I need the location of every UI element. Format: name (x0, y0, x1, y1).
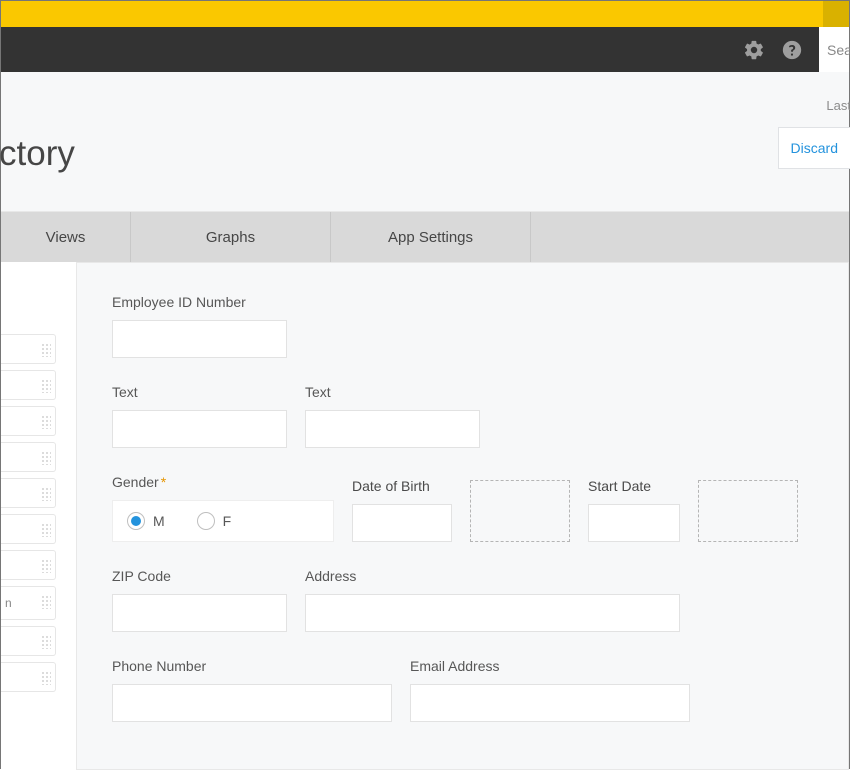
grip-icon (41, 451, 51, 465)
tab-app-settings[interactable]: App Settings (331, 212, 531, 262)
search-input[interactable]: Sea (819, 27, 849, 72)
field-dob[interactable]: Date of Birth (352, 478, 452, 542)
grip-icon (41, 595, 51, 609)
rail-item[interactable]: n (1, 586, 56, 620)
dob-input[interactable] (352, 504, 452, 542)
field-rail: n (1, 262, 61, 770)
rail-item[interactable] (1, 626, 56, 656)
grip-icon (41, 487, 51, 501)
phone-input[interactable] (112, 684, 392, 722)
address-label: Address (305, 568, 680, 584)
grip-icon (41, 559, 51, 573)
email-input[interactable] (410, 684, 690, 722)
field-phone[interactable]: Phone Number (112, 658, 392, 722)
grip-icon (41, 523, 51, 537)
text1-input[interactable] (112, 410, 287, 448)
address-input[interactable] (305, 594, 680, 632)
gear-icon[interactable] (743, 39, 765, 61)
phone-label: Phone Number (112, 658, 392, 674)
brand-corner (823, 1, 849, 27)
field-start-date[interactable]: Start Date (588, 478, 680, 542)
dropzone[interactable] (470, 480, 570, 542)
rail-item[interactable] (1, 406, 56, 436)
rail-item[interactable] (1, 662, 56, 692)
zip-label: ZIP Code (112, 568, 287, 584)
field-zip[interactable]: ZIP Code (112, 568, 287, 632)
field-employee-id[interactable]: Employee ID Number (112, 294, 287, 358)
field-text1[interactable]: Text (112, 384, 287, 448)
zip-input[interactable] (112, 594, 287, 632)
grip-icon (41, 415, 51, 429)
dob-label: Date of Birth (352, 478, 452, 494)
gender-radio-group: M F (112, 500, 334, 542)
gender-label: Gender* (112, 474, 334, 490)
tab-graphs-label: Graphs (206, 229, 255, 246)
grip-icon (41, 671, 51, 685)
tab-views-label: Views (46, 229, 86, 246)
gender-label-text: Gender (112, 474, 159, 490)
last-saved-text: Last (826, 98, 850, 113)
tab-settings-label: App Settings (388, 229, 473, 246)
text2-input[interactable] (305, 410, 480, 448)
tab-graphs[interactable]: Graphs (131, 212, 331, 262)
form-editor: Employee ID Number Text Text Gender* (76, 262, 849, 770)
gender-m-option[interactable]: M (127, 512, 165, 530)
gender-f-label: F (223, 513, 232, 529)
required-mark: * (161, 474, 166, 490)
grip-icon (41, 379, 51, 393)
search-placeholder: Sea (827, 42, 850, 58)
field-text2[interactable]: Text (305, 384, 480, 448)
content: n Employee ID Number Text Text (1, 262, 849, 770)
rail-item-text: n (5, 596, 12, 610)
top-toolbar: Sea (1, 27, 849, 72)
grip-icon (41, 635, 51, 649)
rail-item[interactable] (1, 442, 56, 472)
gender-m-label: M (153, 513, 165, 529)
employee-id-input[interactable] (112, 320, 287, 358)
email-label: Email Address (410, 658, 690, 674)
rail-item[interactable] (1, 478, 56, 508)
tab-bar: Views Graphs App Settings (1, 212, 849, 262)
page-title: ctory (0, 134, 75, 174)
rail-item[interactable] (1, 514, 56, 544)
start-input[interactable] (588, 504, 680, 542)
radio-icon-checked (127, 512, 145, 530)
employee-id-label: Employee ID Number (112, 294, 287, 310)
field-address[interactable]: Address (305, 568, 680, 632)
radio-icon (197, 512, 215, 530)
tab-views[interactable]: Views (1, 212, 131, 262)
rail-item[interactable] (1, 550, 56, 580)
help-icon[interactable] (781, 39, 803, 61)
text2-label: Text (305, 384, 480, 400)
field-gender[interactable]: Gender* M F (112, 474, 334, 542)
brand-bar (1, 1, 849, 27)
field-email[interactable]: Email Address (410, 658, 690, 722)
dropzone[interactable] (698, 480, 798, 542)
text1-label: Text (112, 384, 287, 400)
discard-label: Discard (791, 140, 838, 156)
rail-item[interactable] (1, 370, 56, 400)
start-label: Start Date (588, 478, 680, 494)
discard-button[interactable]: Discard (778, 127, 850, 169)
rail-item[interactable] (1, 334, 56, 364)
gender-f-option[interactable]: F (197, 512, 232, 530)
page-header: Last ctory Discard (1, 72, 849, 212)
grip-icon (41, 343, 51, 357)
